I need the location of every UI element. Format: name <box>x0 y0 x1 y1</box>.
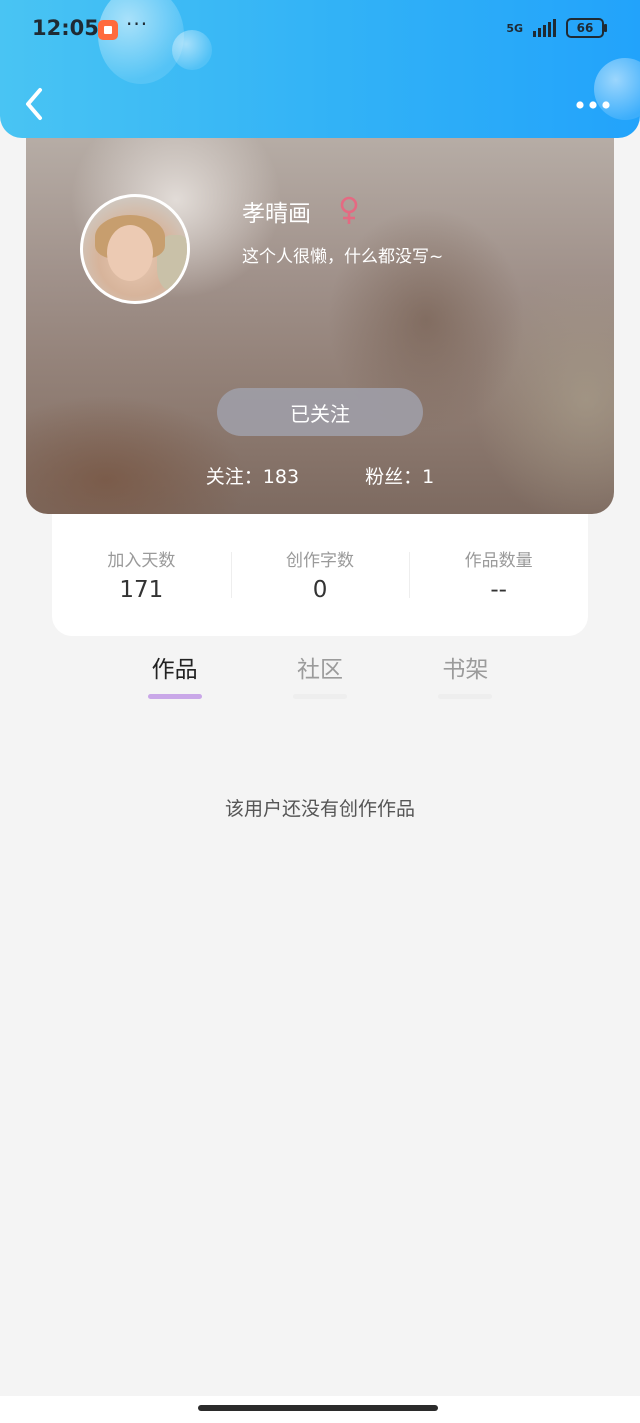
top-header: 12:05 ··· 5G 66 <box>0 0 640 138</box>
status-time: 12:05 <box>32 16 99 40</box>
content-tabs: 作品 社区 书架 <box>102 650 538 704</box>
following-count: 183 <box>262 466 300 488</box>
user-name: 孝晴画 <box>242 201 311 227</box>
tab-label: 书架 <box>442 657 489 683</box>
back-button[interactable] <box>20 82 60 126</box>
tab-label: 作品 <box>151 657 198 683</box>
signal-icon <box>533 19 556 37</box>
stat-value: -- <box>490 576 507 603</box>
tab-works[interactable]: 作品 <box>102 650 247 704</box>
tab-indicator <box>438 694 493 699</box>
network-type: 5G <box>506 21 523 35</box>
tab-indicator <box>292 694 347 699</box>
battery-icon: 66 <box>566 18 607 38</box>
decorative-bubble <box>172 30 212 70</box>
following-label: 关注： <box>205 466 263 488</box>
profile-card: 孝晴画 这个人很懒，什么都没写~ 已关注 关注：183 粉丝：1 <box>26 120 614 514</box>
notification-app-icon <box>98 20 118 40</box>
status-more-icon: ··· <box>126 12 149 36</box>
stat-value: 0 <box>312 576 328 603</box>
stat-label: 作品数量 <box>464 550 533 571</box>
followers-stat[interactable]: 粉丝：1 <box>365 462 434 489</box>
female-icon <box>340 196 358 224</box>
more-options-button[interactable] <box>574 96 614 114</box>
chevron-left-icon <box>26 88 42 120</box>
avatar[interactable] <box>80 194 190 304</box>
followers-label: 粉丝： <box>365 466 423 488</box>
more-horizontal-icon <box>576 101 610 109</box>
tab-bookshelf[interactable]: 书架 <box>393 650 538 704</box>
followers-count: 1 <box>422 466 435 488</box>
status-indicators: 5G 66 <box>506 18 607 38</box>
stat-label: 创作字数 <box>286 550 354 571</box>
user-bio: 这个人很懒，什么都没写~ <box>242 247 444 267</box>
stat-works-count: 作品数量 -- <box>409 546 588 603</box>
follow-button[interactable]: 已关注 <box>217 388 423 436</box>
follow-stats: 关注：183 粉丝：1 <box>26 462 614 489</box>
stat-value: 171 <box>119 576 164 603</box>
stat-label: 加入天数 <box>107 550 176 571</box>
empty-state-message: 该用户还没有创作作品 <box>224 798 415 820</box>
stats-card: 加入天数 171 创作字数 0 作品数量 -- <box>52 512 588 636</box>
tab-community[interactable]: 社区 <box>247 650 392 704</box>
stat-word-count: 创作字数 0 <box>230 546 410 603</box>
tab-label: 社区 <box>296 657 343 683</box>
following-stat[interactable]: 关注：183 <box>206 462 299 489</box>
home-indicator[interactable] <box>198 1405 438 1411</box>
stat-join-days: 加入天数 171 <box>52 546 231 603</box>
tab-indicator <box>147 694 202 699</box>
